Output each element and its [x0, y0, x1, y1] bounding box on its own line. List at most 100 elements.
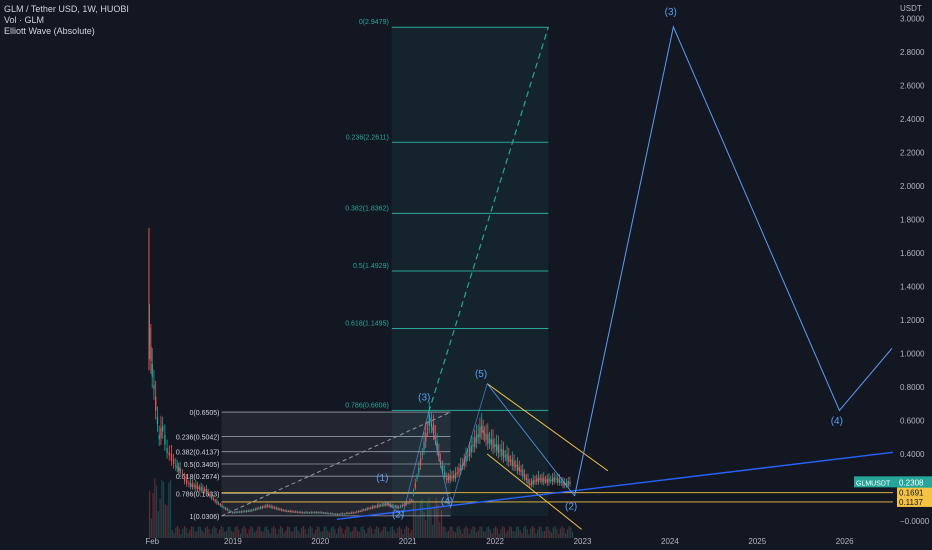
- volume-bar: [519, 529, 521, 538]
- elliott-wave-indicator-label[interactable]: Elliott Wave (Absolute): [4, 26, 129, 37]
- volume-bar: [556, 529, 558, 538]
- volume-bar: [493, 527, 495, 538]
- volume-bar: [509, 526, 511, 538]
- price-tick-label: 0.8000: [900, 383, 925, 392]
- volume-indicator-label[interactable]: Vol · GLM: [4, 15, 129, 26]
- candle-body: [238, 511, 241, 513]
- volume-bar: [407, 527, 409, 538]
- candle-body: [272, 506, 274, 509]
- volume-bar: [570, 527, 572, 538]
- candle-body: [511, 459, 513, 466]
- candle-body: [303, 512, 305, 514]
- volume-bar: [558, 533, 560, 538]
- volume-bar: [287, 526, 289, 538]
- volume-bar: [405, 526, 408, 538]
- candle-body: [233, 512, 236, 514]
- candle-body: [200, 486, 202, 491]
- volume-bar: [239, 533, 242, 538]
- candle-body: [322, 512, 325, 514]
- candle-body: [336, 513, 339, 515]
- volume-bar: [245, 528, 247, 538]
- volume-bar: [260, 530, 263, 538]
- volume-bar: [521, 532, 523, 538]
- candle-body: [268, 506, 271, 508]
- price-tick-label: 2.4000: [900, 115, 925, 124]
- candle-body: [343, 513, 346, 515]
- candle-body: [485, 434, 487, 440]
- candle-body: [156, 416, 159, 425]
- volume-bar: [564, 533, 567, 538]
- candle-body: [569, 481, 571, 484]
- volume-bar: [510, 526, 513, 538]
- volume-bar: [544, 531, 546, 538]
- candle-body: [426, 428, 429, 430]
- candle-body: [315, 512, 318, 514]
- candle-body: [287, 511, 290, 513]
- volume-bar: [348, 527, 350, 538]
- volume-bar: [418, 515, 420, 538]
- volume-bar: [339, 526, 341, 538]
- volume-bar: [444, 527, 446, 538]
- volume-bar: [484, 531, 486, 538]
- volume-bar: [241, 528, 243, 538]
- volume-bar: [505, 532, 507, 538]
- volume-bar: [278, 528, 280, 538]
- volume-bar: [162, 482, 165, 538]
- wave-label: (3): [665, 7, 677, 18]
- candle-body: [361, 509, 363, 512]
- volume-bar: [302, 526, 304, 538]
- volume-bar: [386, 531, 388, 538]
- volume-bar: [554, 526, 556, 538]
- candle-body: [251, 509, 253, 512]
- volume-bar: [561, 526, 563, 538]
- volume-bar: [295, 526, 298, 538]
- volume-bar: [180, 534, 182, 538]
- candle-body: [291, 511, 293, 513]
- volume-bar: [288, 526, 291, 538]
- volume-bar: [283, 532, 285, 538]
- volume-bar: [294, 526, 296, 538]
- candle-body: [468, 448, 471, 457]
- candle-body: [326, 512, 328, 514]
- candle-body: [411, 500, 413, 502]
- volume-bar: [384, 526, 387, 538]
- candle-body: [191, 483, 194, 488]
- candle-body: [364, 509, 367, 511]
- candle-body: [567, 481, 569, 486]
- candle-body: [293, 511, 295, 513]
- candle-body: [508, 455, 510, 463]
- price-chart[interactable]: 3.0000 2.8000 2.6000 2.4000 2.2000 2.0000 1.80…: [0, 0, 932, 550]
- volume-bar: [290, 531, 292, 538]
- volume-bar: [376, 526, 378, 538]
- volume-bar: [486, 527, 488, 538]
- candle-body: [273, 507, 276, 509]
- candle-body: [487, 434, 489, 444]
- volume-bar: [316, 526, 318, 538]
- candle-body: [407, 502, 409, 504]
- candle-body: [307, 512, 309, 514]
- price-tick-label: 1.8000: [900, 216, 925, 225]
- candle-body: [515, 464, 517, 467]
- volume-bar: [514, 531, 516, 538]
- price-tick-label: 1.2000: [900, 316, 925, 325]
- volume-bar: [358, 531, 360, 538]
- volume-bar: [311, 527, 313, 538]
- candle-body: [375, 506, 377, 508]
- volume-bar: [414, 501, 416, 538]
- volume-bar: [356, 530, 359, 538]
- price-tick-label: 3.0000: [900, 15, 925, 24]
- candle-body: [488, 438, 491, 443]
- fib-extension-label: 0.382(1.8362): [345, 205, 389, 212]
- candle-body: [259, 507, 262, 509]
- volume-bar: [362, 526, 364, 538]
- volume-bar: [502, 526, 504, 538]
- volume-bar: [500, 528, 502, 538]
- price-tick-label: 2.2000: [900, 149, 925, 158]
- price-tick-label: 1.0000: [900, 350, 925, 359]
- candle-body: [421, 453, 423, 455]
- candle-body: [368, 508, 370, 510]
- volume-bar: [365, 533, 367, 538]
- candle-body: [242, 511, 244, 513]
- volume-bar: [496, 528, 499, 538]
- symbol-title[interactable]: GLM / Tether USD, 1W, HUOBI: [4, 4, 129, 15]
